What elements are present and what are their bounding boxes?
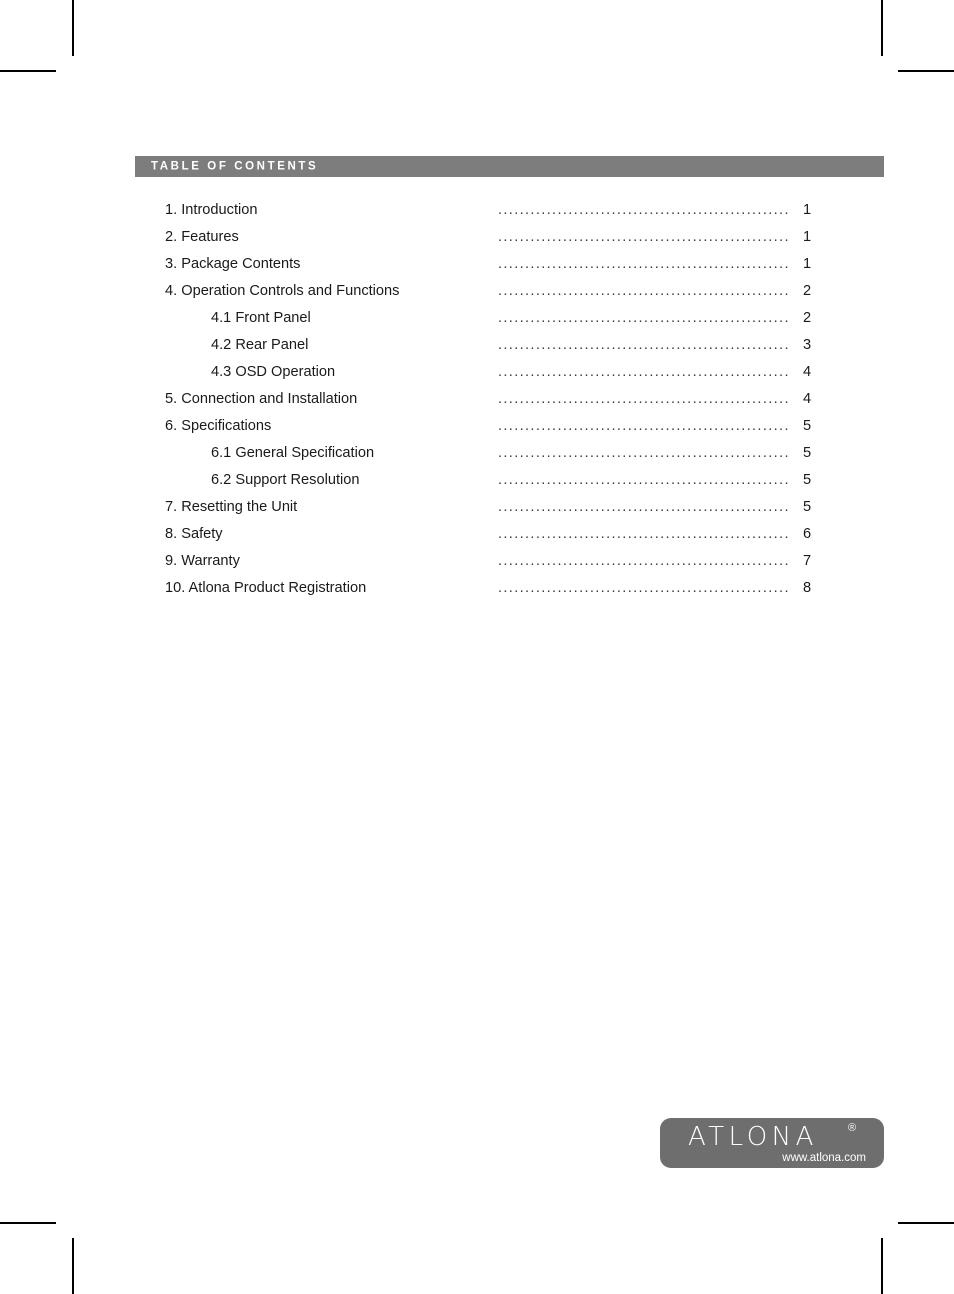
toc-entry-title: 4.1 Front Panel <box>211 309 311 326</box>
toc-entry[interactable]: 2. Features.............................… <box>165 223 825 250</box>
toc-leader-dots: ........................................… <box>498 337 791 352</box>
toc-entry-title: 5. Connection and Installation <box>165 390 358 407</box>
toc-leader-dots: ........................................… <box>498 580 791 595</box>
toc-leader-dots: ........................................… <box>498 418 791 433</box>
crop-mark-top-right-vertical <box>881 0 883 56</box>
toc-entry-page-number: 4 <box>802 390 812 407</box>
toc-entry[interactable]: 4. Operation Controls and Functions.....… <box>165 277 825 304</box>
toc-entry[interactable]: 9. Warranty.............................… <box>165 547 825 574</box>
toc-leader-dots: ........................................… <box>498 364 791 379</box>
toc-entry-title: 6.2 Support Resolution <box>211 471 360 488</box>
toc-leader-dots: ........................................… <box>498 526 791 541</box>
toc-leader-dots: ........................................… <box>498 202 791 217</box>
toc-entry-title: 2. Features <box>165 228 239 245</box>
section-header-bar: TABLE OF CONTENTS <box>135 156 884 177</box>
toc-entry[interactable]: 1. Introduction.........................… <box>165 196 825 223</box>
crop-mark-top-right-horizontal <box>898 70 954 72</box>
toc-entry[interactable]: 10. Atlona Product Registration.........… <box>165 574 825 601</box>
toc-leader-dots: ........................................… <box>498 553 791 568</box>
toc-leader-dots: ........................................… <box>498 445 791 460</box>
toc-entry-page-number: 2 <box>802 282 812 299</box>
toc-leader-dots: ........................................… <box>498 472 791 487</box>
toc-entry[interactable]: 8. Safety...............................… <box>165 520 825 547</box>
toc-entry[interactable]: 3. Package Contents.....................… <box>165 250 825 277</box>
toc-entry-title: 6. Specifications <box>165 417 272 434</box>
toc-entry-title: 7. Resetting the Unit <box>165 498 298 515</box>
toc-entry-page-number: 4 <box>802 363 812 380</box>
toc-entry-title: 4.2 Rear Panel <box>211 336 309 353</box>
crop-mark-bottom-right-vertical <box>881 1238 883 1294</box>
toc-leader-dots: ........................................… <box>498 229 791 244</box>
crop-mark-bottom-left-vertical <box>72 1238 74 1294</box>
toc-entry-page-number: 1 <box>802 201 812 218</box>
toc-entry-page-number: 5 <box>802 444 812 461</box>
toc-entry-page-number: 3 <box>802 336 812 353</box>
toc-entry-page-number: 2 <box>802 309 812 326</box>
toc-leader-dots: ........................................… <box>498 391 791 406</box>
toc-entry[interactable]: 4.1 Front Panel.........................… <box>165 304 825 331</box>
toc-entry[interactable]: 6.2 Support Resolution..................… <box>165 466 825 493</box>
toc-entry[interactable]: 6.1 General Specification...............… <box>165 439 825 466</box>
toc-entry-page-number: 8 <box>802 579 812 596</box>
toc-entry[interactable]: 4.3 OSD Operation.......................… <box>165 358 825 385</box>
toc-entry-title: 4.3 OSD Operation <box>211 363 336 380</box>
table-of-contents: 1. Introduction.........................… <box>165 196 825 601</box>
toc-entry[interactable]: 6. Specifications.......................… <box>165 412 825 439</box>
atlona-wordmark: ATLONA <box>688 1122 818 1152</box>
crop-mark-top-left-vertical <box>72 0 74 56</box>
toc-entry-title: 10. Atlona Product Registration <box>165 579 367 596</box>
toc-leader-dots: ........................................… <box>498 310 791 325</box>
toc-entry-title: 8. Safety <box>165 525 223 542</box>
toc-entry-title: 6.1 General Specification <box>211 444 375 461</box>
crop-mark-top-left-horizontal <box>0 70 56 72</box>
toc-entry-page-number: 1 <box>802 228 812 245</box>
crop-mark-bottom-right-horizontal <box>898 1222 954 1224</box>
toc-entry-page-number: 5 <box>802 417 812 434</box>
toc-entry-page-number: 5 <box>802 471 812 488</box>
atlona-logo: ATLONA ® www.atlona.com <box>660 1118 884 1168</box>
toc-entry-title: 3. Package Contents <box>165 255 301 272</box>
toc-entry[interactable]: 4.2 Rear Panel..........................… <box>165 331 825 358</box>
toc-entry-title: 1. Introduction <box>165 201 258 218</box>
toc-entry[interactable]: 5. Connection and Installation..........… <box>165 385 825 412</box>
crop-mark-bottom-left-horizontal <box>0 1222 56 1224</box>
toc-entry-title: 4. Operation Controls and Functions <box>165 282 400 299</box>
toc-leader-dots: ........................................… <box>498 499 791 514</box>
toc-entry-page-number: 6 <box>802 525 812 542</box>
registered-trademark-icon: ® <box>848 1122 857 1134</box>
toc-entry-page-number: 5 <box>802 498 812 515</box>
toc-entry-title: 9. Warranty <box>165 552 240 569</box>
toc-entry-page-number: 1 <box>802 255 812 272</box>
page-title: TABLE OF CONTENTS <box>151 159 319 172</box>
toc-entry-page-number: 7 <box>802 552 812 569</box>
atlona-website-url: www.atlona.com <box>782 1151 866 1164</box>
toc-leader-dots: ........................................… <box>498 256 791 271</box>
toc-leader-dots: ........................................… <box>498 283 791 298</box>
toc-entry[interactable]: 7. Resetting the Unit...................… <box>165 493 825 520</box>
